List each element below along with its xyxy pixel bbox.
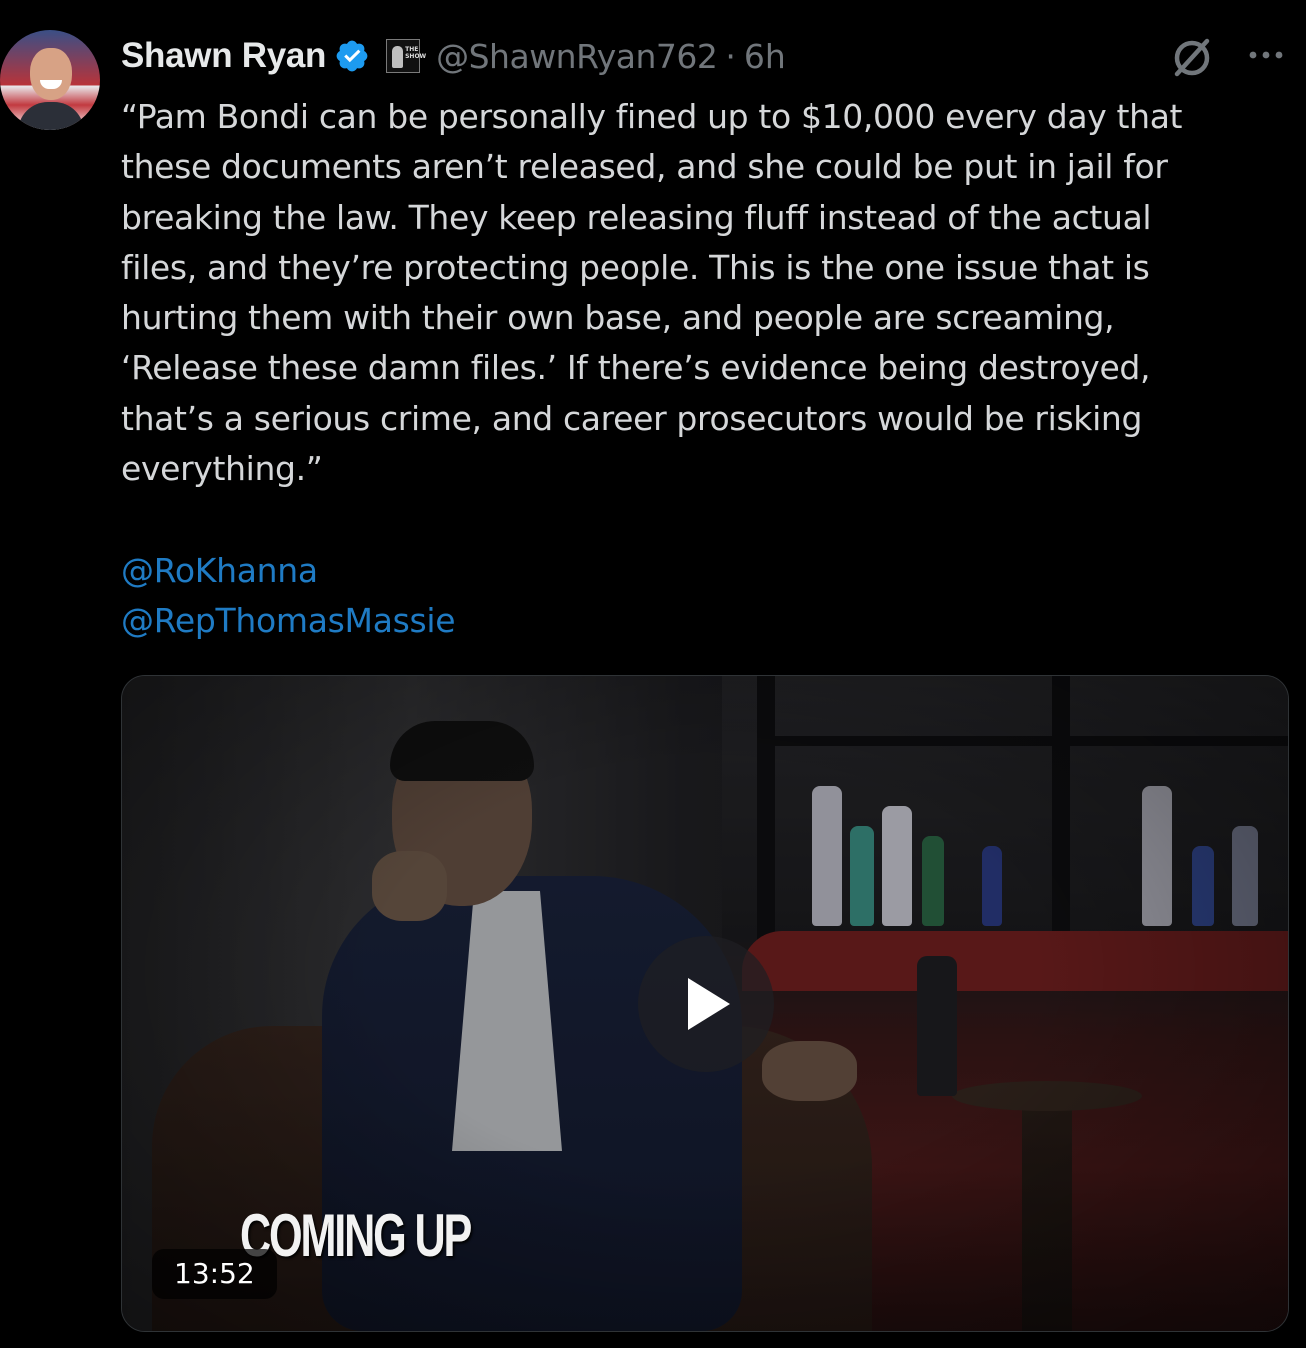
play-button[interactable] [638,936,774,1072]
mentions: @RoKhanna @RepThomasMassie [121,546,456,647]
affiliate-badge-text: THE SHOW [405,46,427,60]
avatar-face [30,48,72,100]
video-duration-badge: 13:52 [152,1249,277,1299]
more-icon[interactable] [1246,40,1286,70]
avatar[interactable] [0,30,100,130]
timestamp[interactable]: 6h [744,37,786,76]
grok-icon[interactable] [1168,32,1216,82]
affiliate-badge-icon[interactable]: THE SHOW [386,39,426,73]
separator: · [725,36,736,76]
affiliate-person-shape [392,46,404,68]
mention-link-rokhanna[interactable]: @RoKhanna [121,546,455,596]
tweet: Shawn Ryan THE SHOW @ShawnRyan762 · 6h “… [0,0,1306,1348]
verified-badge-icon[interactable] [334,38,370,74]
tweet-header: Shawn Ryan THE SHOW @ShawnRyan762 · 6h [121,34,786,78]
tweet-text: “Pam Bondi can be personally fined up to… [121,97,1183,489]
play-icon [688,978,730,1030]
avatar-shirt [18,102,84,130]
handle[interactable]: @ShawnRyan762 [436,37,718,76]
video-player[interactable]: COMING UP 13:52 [121,675,1289,1332]
mention-link-repthomasmassie[interactable]: @RepThomasMassie [121,596,456,646]
display-name[interactable]: Shawn Ryan [121,36,326,76]
